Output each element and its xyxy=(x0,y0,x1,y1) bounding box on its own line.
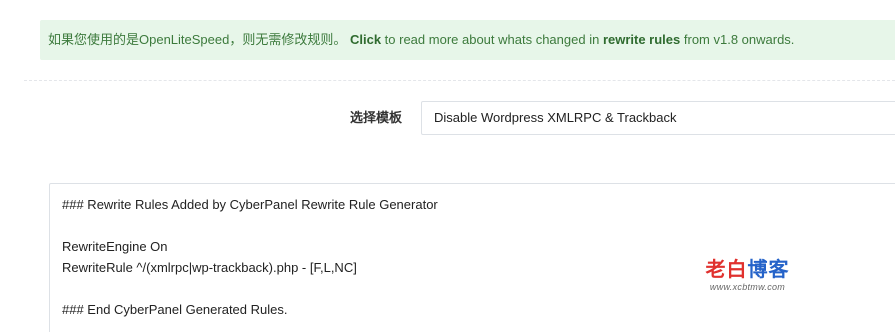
watermark-title: 老白博客 xyxy=(695,257,800,281)
watermark-title-part1: 老白 xyxy=(705,257,748,281)
template-select[interactable]: Disable Wordpress XMLRPC & Trackback xyxy=(421,101,895,135)
rules-line: ### End CyberPanel Generated Rules. xyxy=(62,302,288,317)
site-watermark: 老白博客 www.xcbtmw.com xyxy=(695,257,800,293)
notice-middle-text: to read more about whats changed in xyxy=(381,32,603,47)
section-divider xyxy=(24,80,895,81)
notice-prefix: 如果您使用的是OpenLiteSpeed，则无需修改规则。 xyxy=(48,32,347,47)
watermark-url: www.xcbtmw.com xyxy=(709,282,786,292)
rules-line: ### Rewrite Rules Added by CyberPanel Re… xyxy=(62,197,438,212)
rules-line xyxy=(62,215,895,236)
rules-line: RewriteEngine On xyxy=(62,239,168,254)
watermark-title-part2: 博客 xyxy=(747,257,790,281)
notice-suffix: from v1.8 onwards. xyxy=(680,32,795,47)
notice-rewrite-rules-text: rewrite rules xyxy=(602,32,681,47)
info-notice: 如果您使用的是OpenLiteSpeed，则无需修改规则。 Click to r… xyxy=(40,20,895,60)
template-select-label: 选择模板 xyxy=(349,110,402,125)
notice-click-link[interactable]: Click xyxy=(350,32,381,47)
